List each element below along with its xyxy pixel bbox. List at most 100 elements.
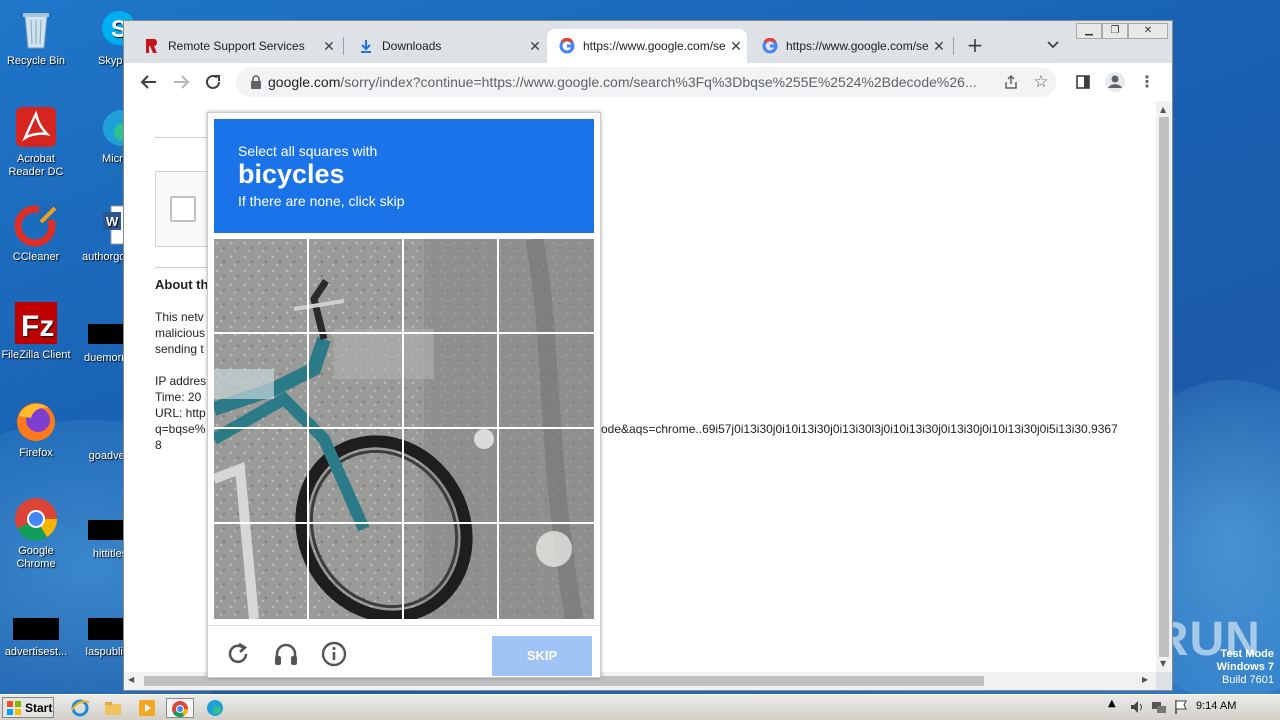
grid-tile[interactable] [214, 239, 307, 332]
tray-arrow-icon[interactable]: ▲ [1108, 698, 1130, 718]
restore-button[interactable]: ❐ [1102, 23, 1128, 39]
skip-button[interactable]: SKIP [492, 636, 592, 676]
close-tab-icon[interactable]: ✕ [928, 38, 950, 55]
grid-tile[interactable] [499, 429, 592, 522]
redacted-icon [13, 618, 59, 640]
grid-tile[interactable] [214, 334, 307, 427]
profile-avatar-icon[interactable] [1104, 71, 1126, 93]
scrollbar-thumb[interactable] [1159, 117, 1169, 657]
close-tab-icon[interactable]: ✕ [524, 38, 546, 55]
grid-tile[interactable] [499, 334, 592, 427]
reload-icon[interactable] [202, 71, 224, 93]
scroll-left-icon[interactable]: ◀ [128, 675, 134, 684]
grid-tile[interactable] [404, 239, 497, 332]
grid-tile[interactable] [309, 239, 402, 332]
challenge-instruction: Select all squares with [238, 143, 378, 159]
address-bar[interactable]: google.com/sorry/index?continue=https://… [236, 67, 1056, 97]
tab-title: Downloads [382, 39, 442, 53]
recaptcha-checkbox[interactable] [170, 196, 196, 222]
edge-taskbar-icon[interactable] [205, 698, 227, 718]
desktop-icon-acrobat[interactable]: Acrobat Reader DC [0, 104, 72, 179]
explorer-folder-icon[interactable] [103, 698, 125, 718]
back-arrow-icon[interactable] [138, 71, 160, 93]
redacted-icon [88, 618, 124, 640]
grid-tile[interactable] [309, 524, 402, 617]
grid-tile[interactable] [309, 429, 402, 522]
action-center-flag-icon[interactable] [1172, 698, 1194, 718]
svg-text:W: W [106, 214, 119, 229]
share-icon[interactable] [1000, 71, 1022, 93]
side-panel-icon[interactable] [1072, 71, 1094, 93]
tab-search-chevron-down-icon[interactable] [1042, 34, 1064, 56]
grid-tile[interactable] [499, 524, 592, 617]
test-mode-watermark: Test Mode Windows 7 Build 7601 [1208, 648, 1274, 687]
divider [155, 137, 215, 138]
desktop-icon-recycle-bin[interactable]: Recycle Bin [0, 6, 72, 68]
vertical-scrollbar[interactable]: ▲ ▼ [1156, 101, 1172, 672]
new-tab-button[interactable]: + [964, 34, 986, 56]
close-tab-icon[interactable]: ✕ [725, 38, 747, 55]
tab-google-active[interactable]: https://www.google.com/sea ✕ [547, 29, 747, 63]
firefox-icon [13, 398, 59, 444]
url-tail-text: ode&aqs=chrome..69i57j0i13i30j0i10i13i30… [601, 422, 1118, 436]
filezilla-icon: Fz [13, 300, 59, 346]
info-icon[interactable] [320, 640, 348, 668]
desktop-icon-label: Recycle Bin [6, 55, 66, 67]
watermark-line: Test Mode [1220, 648, 1274, 660]
close-tab-icon[interactable]: ✕ [318, 38, 340, 55]
scroll-right-icon[interactable]: ▶ [1142, 675, 1148, 684]
volume-icon[interactable] [1128, 698, 1150, 718]
grid-tile[interactable] [404, 334, 497, 427]
network-icon[interactable] [1150, 698, 1172, 718]
grid-tile[interactable] [309, 334, 402, 427]
tab-title: https://www.google.com/sea [583, 39, 725, 53]
tab-title: Remote Support Services [168, 39, 305, 53]
url-host: google.com [268, 74, 341, 90]
desktop-icon-label: Google Chrome [16, 545, 56, 570]
chrome-taskbar-icon[interactable] [166, 698, 194, 718]
clock[interactable]: 9:14 AM [1196, 700, 1236, 712]
watermark-line: Windows 7 [1216, 661, 1274, 673]
desktop-icon-label: Acrobat Reader DC [8, 153, 64, 178]
scroll-up-icon[interactable]: ▲ [1160, 105, 1166, 114]
menu-kebab-icon[interactable]: ⋮ [1136, 71, 1158, 93]
desktop-icon-filezilla[interactable]: Fz FileZilla Client [0, 300, 72, 362]
paragraph-line: This netv [155, 310, 204, 324]
media-player-icon[interactable] [137, 698, 159, 718]
remote-support-icon [146, 39, 157, 53]
tab-title: https://www.google.com/sea [786, 39, 928, 53]
scroll-down-icon[interactable]: ▼ [1160, 659, 1166, 668]
minimize-button[interactable]: ▁ [1076, 23, 1102, 39]
grid-tile[interactable] [404, 524, 497, 617]
grid-tile[interactable] [214, 429, 307, 522]
ie-taskbar-icon[interactable] [70, 698, 92, 718]
grid-tile[interactable] [404, 429, 497, 522]
grid-tile[interactable] [499, 239, 592, 332]
redacted-icon [88, 520, 124, 540]
forward-arrow-icon[interactable] [170, 71, 192, 93]
tab-remote-support[interactable]: Remote Support Services ✕ [132, 29, 340, 63]
desktop-icon-advertisest[interactable]: advertisest... [0, 616, 72, 659]
reload-challenge-icon[interactable] [224, 640, 252, 668]
ccleaner-icon [13, 202, 59, 248]
desktop-icon-chrome[interactable]: Google Chrome [0, 496, 72, 571]
tab-strip: Remote Support Services ✕ Downloads ✕ ht… [124, 21, 1172, 63]
ip-address-line: IP addres [155, 374, 207, 388]
challenge-target: bicycles [238, 159, 345, 189]
desktop-icon-firefox[interactable]: Firefox [0, 398, 72, 460]
image-grid [214, 239, 594, 619]
grid-tile[interactable] [214, 524, 307, 617]
desktop-icon-ccleaner[interactable]: CCleaner [0, 202, 72, 264]
tab-downloads[interactable]: Downloads ✕ [346, 29, 546, 63]
tab-separator [343, 37, 344, 55]
desktop-icon-label: CCleaner [12, 251, 60, 263]
tab-google[interactable]: https://www.google.com/sea ✕ [750, 29, 950, 63]
close-window-button[interactable]: ✕ [1128, 23, 1168, 39]
address-url: google.com/sorry/index?continue=https://… [268, 74, 993, 90]
recycle-bin-icon [13, 6, 59, 52]
audio-challenge-headphones-icon[interactable] [272, 640, 300, 668]
watermark-line: Build 7601 [1222, 674, 1274, 686]
recaptcha-challenge: Select all squares with bicycles If ther… [207, 112, 601, 678]
start-button[interactable]: Start [2, 697, 54, 718]
bookmark-star-icon[interactable]: ☆ [1030, 71, 1052, 93]
